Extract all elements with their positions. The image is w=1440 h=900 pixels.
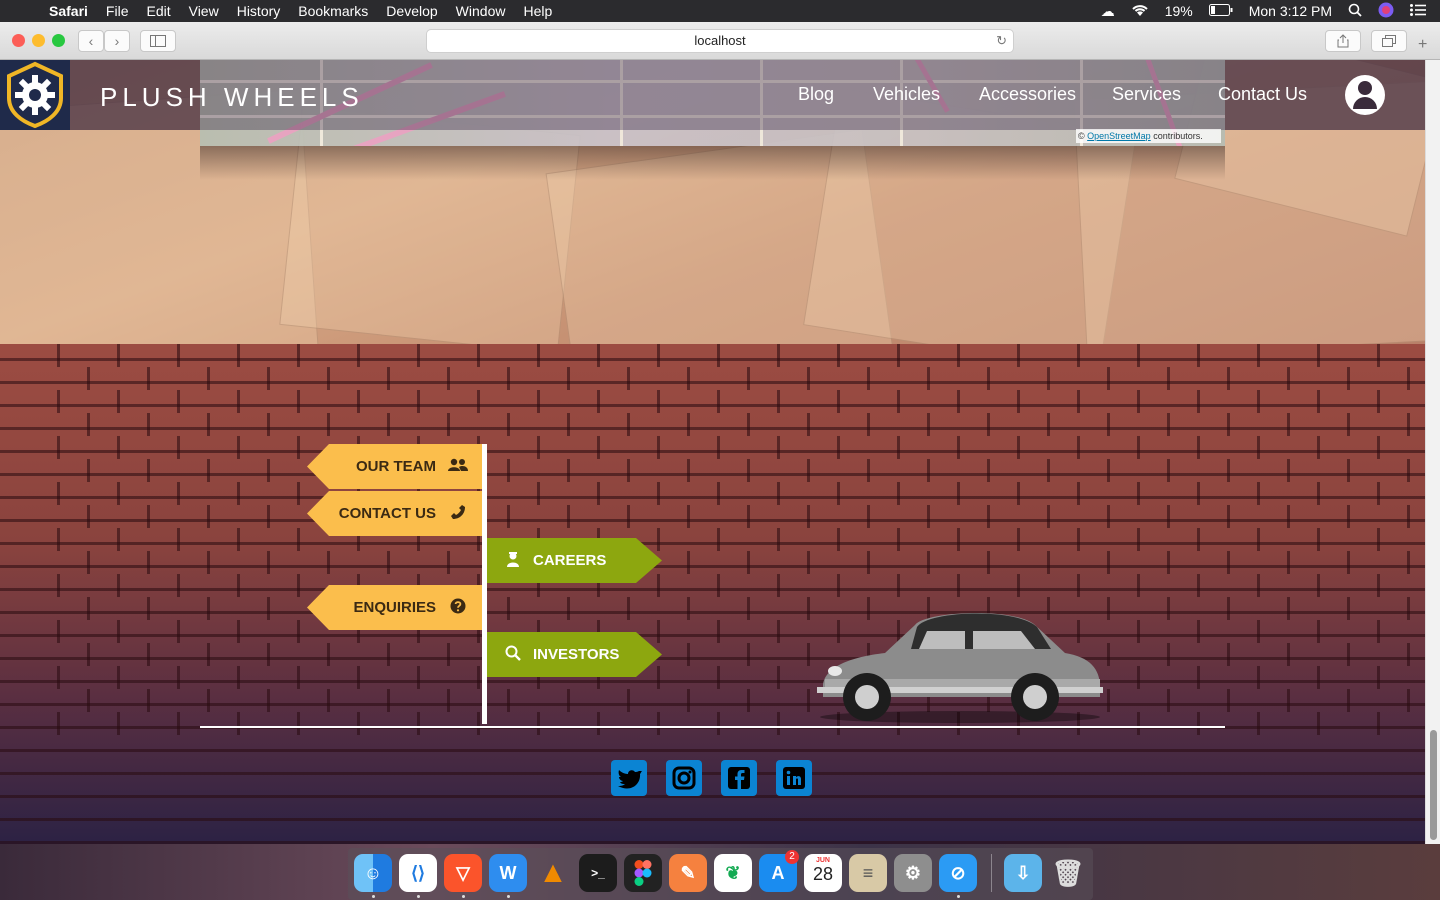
address-bar[interactable]: localhost ↻ xyxy=(426,29,1014,53)
vscode-icon[interactable]: ⟨⟩ xyxy=(399,854,437,892)
close-window-button[interactable] xyxy=(12,34,25,47)
brick-wall-background xyxy=(0,344,1425,844)
menu-history[interactable]: History xyxy=(228,0,290,22)
notes-icon[interactable]: ≡ xyxy=(849,854,887,892)
clock[interactable]: Mon 3:12 PM xyxy=(1249,3,1332,19)
trash-icon[interactable]: 🗑 xyxy=(1049,854,1087,892)
sign-our-team[interactable]: OUR TEAM xyxy=(307,444,482,489)
siri-icon[interactable] xyxy=(1378,2,1394,21)
signpost-pole xyxy=(482,444,487,724)
menu-view[interactable]: View xyxy=(180,0,228,22)
nav-services[interactable]: Services xyxy=(1112,84,1181,105)
terminal-icon[interactable]: >_ xyxy=(579,854,617,892)
nav-blog[interactable]: Blog xyxy=(798,84,834,105)
attribution-suffix: contributors. xyxy=(1153,131,1203,141)
macos-menubar: Safari File Edit View History Bookmarks … xyxy=(0,0,1440,22)
share-button[interactable] xyxy=(1325,30,1361,52)
system-preferences-icon[interactable]: ⚙ xyxy=(894,854,932,892)
notification-center-icon[interactable] xyxy=(1410,3,1426,19)
logo[interactable] xyxy=(0,60,70,130)
safari-icon[interactable]: ⊘ xyxy=(939,854,977,892)
reload-icon[interactable]: ↻ xyxy=(996,30,1007,52)
battery-icon[interactable] xyxy=(1208,3,1233,19)
worker-icon xyxy=(503,551,523,571)
menu-window[interactable]: Window xyxy=(447,0,515,22)
browser-toolbar: ‹ › localhost ↻ + xyxy=(0,22,1440,60)
phone-icon xyxy=(448,504,468,524)
gear-shield-icon xyxy=(7,61,63,129)
page-scrollbar[interactable] xyxy=(1425,60,1440,844)
spotlight-search-icon[interactable] xyxy=(1348,3,1362,20)
menu-app-name[interactable]: Safari xyxy=(40,0,97,22)
copyright-symbol: © xyxy=(1078,131,1085,141)
menu-edit[interactable]: Edit xyxy=(137,0,179,22)
web-page: PLUSH WHEELS Blog Vehicles Accessories S… xyxy=(0,60,1425,844)
calendar-day: 28 xyxy=(812,864,834,884)
sign-contact-us[interactable]: CONTACT US xyxy=(307,491,482,536)
nav-contact-us[interactable]: Contact Us xyxy=(1218,84,1307,105)
sign-enquiries-label: ENQUIRIES xyxy=(353,599,436,616)
mongodb-compass-icon[interactable]: ❦ xyxy=(714,854,752,892)
wifi-icon[interactable] xyxy=(1131,3,1149,20)
question-circle-icon xyxy=(448,598,468,618)
sketch-pen-icon[interactable]: ✎ xyxy=(669,854,707,892)
finder-icon[interactable]: ☺ xyxy=(354,854,392,892)
menu-help[interactable]: Help xyxy=(514,0,561,22)
user-account-icon[interactable] xyxy=(1345,75,1385,115)
users-icon xyxy=(448,458,468,476)
calendar-icon[interactable]: JUN 28 xyxy=(804,854,842,892)
facebook-icon[interactable] xyxy=(721,760,757,796)
menu-file[interactable]: File xyxy=(97,0,138,22)
vlc-icon[interactable]: ▲ xyxy=(534,854,572,892)
brand-name[interactable]: PLUSH WHEELS xyxy=(100,82,364,113)
url-text: localhost xyxy=(694,33,746,48)
back-button[interactable]: ‹ xyxy=(78,30,104,52)
tab-overview-button[interactable] xyxy=(1371,30,1407,52)
sidebar-toggle-button[interactable] xyxy=(140,30,176,52)
linkedin-icon[interactable] xyxy=(776,760,812,796)
sign-investors[interactable]: INVESTORS xyxy=(487,632,662,677)
nav-vehicles[interactable]: Vehicles xyxy=(873,84,940,105)
calendar-month: JUN xyxy=(815,857,830,864)
menu-develop[interactable]: Develop xyxy=(377,0,446,22)
dock: ☺ ⟨⟩ ▽ W ▲ >_ ✎ ❦ A 2 JUN 28 ≡ ⚙ ⊘ ⇩ 🗑 xyxy=(348,848,1093,900)
sign-investors-label: INVESTORS xyxy=(533,646,620,663)
brave-browser-icon[interactable]: ▽ xyxy=(444,854,482,892)
sign-careers[interactable]: CAREERS xyxy=(487,538,662,583)
minimize-window-button[interactable] xyxy=(32,34,45,47)
figma-icon[interactable] xyxy=(624,854,662,892)
sign-contact-us-label: CONTACT US xyxy=(338,505,436,522)
creative-cloud-icon[interactable]: ☁ xyxy=(1101,3,1115,20)
twitter-icon[interactable] xyxy=(611,760,647,796)
nav-accessories[interactable]: Accessories xyxy=(979,84,1076,105)
map-attribution: © OpenStreetMap contributors. xyxy=(1076,129,1221,143)
openstreetmap-link[interactable]: OpenStreetMap xyxy=(1087,131,1151,141)
sign-enquiries[interactable]: ENQUIRIES xyxy=(307,585,482,630)
sign-our-team-label: OUR TEAM xyxy=(356,458,436,475)
search-dollar-icon xyxy=(503,645,523,665)
app-store-badge: 2 xyxy=(785,850,799,864)
header-shadow xyxy=(200,146,1225,180)
vintage-car-image xyxy=(817,612,1103,723)
footer-divider xyxy=(200,726,1225,728)
scrollbar-thumb[interactable] xyxy=(1430,730,1437,840)
downloads-folder-icon[interactable]: ⇩ xyxy=(1004,854,1042,892)
menu-bookmarks[interactable]: Bookmarks xyxy=(289,0,377,22)
battery-percent: 19% xyxy=(1164,3,1193,19)
fullscreen-window-button[interactable] xyxy=(52,34,65,47)
webstorm-icon[interactable]: W xyxy=(489,854,527,892)
forward-button[interactable]: › xyxy=(104,30,130,52)
sign-careers-label: CAREERS xyxy=(533,552,607,569)
instagram-icon[interactable] xyxy=(666,760,702,796)
new-tab-button[interactable]: + xyxy=(1418,36,1427,54)
